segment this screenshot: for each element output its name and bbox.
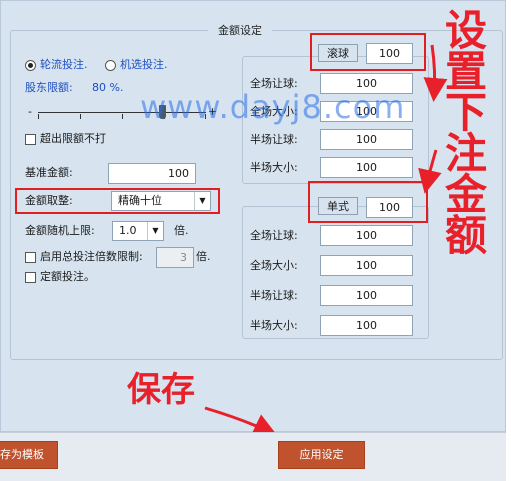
arrow-to-apply <box>204 406 278 437</box>
arrow-to-single <box>418 149 442 194</box>
annotation-arrows <box>204 44 448 437</box>
arrow-to-live <box>423 44 448 102</box>
save-template-button[interactable]: 存为模板 <box>0 441 58 469</box>
footer-bar <box>0 432 506 481</box>
apply-settings-button[interactable]: 应用设定 <box>278 441 365 469</box>
annotation-save: 保存 <box>127 370 195 410</box>
